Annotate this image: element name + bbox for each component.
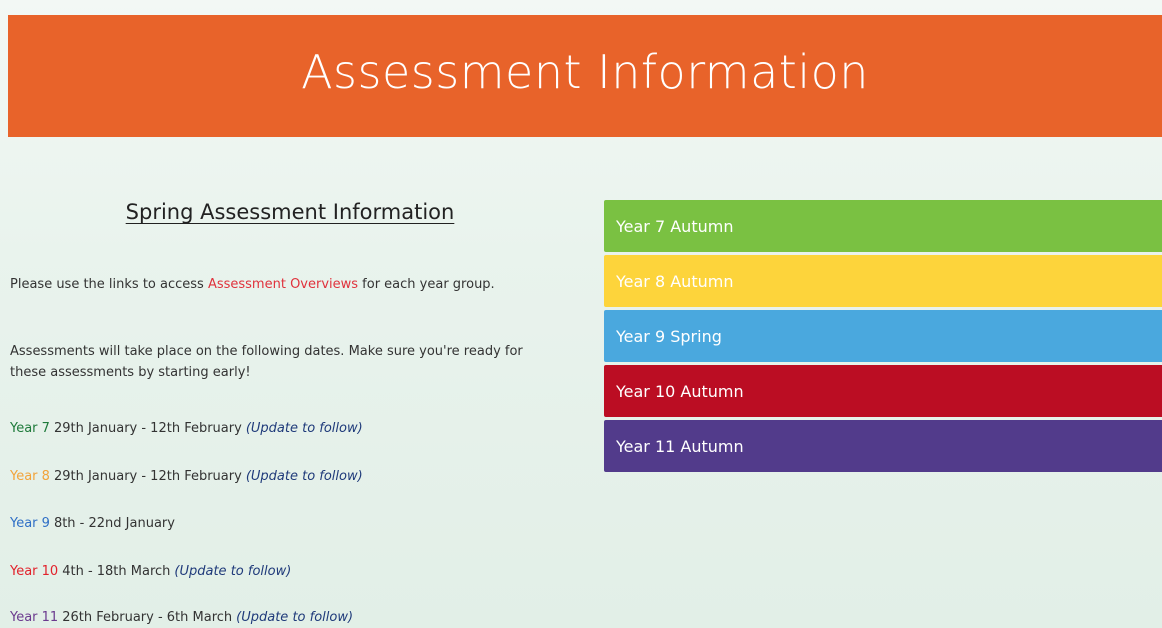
year-dates: 4th - 18th March [62,564,171,579]
year-label: Year 11 [10,610,59,625]
tab-year-10-autumn[interactable]: Year 10 Autumn [604,365,1162,417]
year-label: Year 8 [10,469,50,484]
intro-text-after: for each year group. [358,277,495,292]
year-label: Year 9 [10,516,50,531]
tab-year-8-autumn[interactable]: Year 8 Autumn [604,255,1162,307]
schedule-year-10: Year 10 4th - 18th March (Update to follow… [10,564,291,579]
section-heading: Spring Assessment Information [125,200,455,224]
update-note: (Update to follow) [245,469,363,484]
page-title: Assessment Information [301,45,869,99]
intro-paragraph: Please use the links to access Assessmen… [10,274,555,295]
dates-intro-paragraph: Assessments will take place on the follo… [10,344,523,380]
year-dates: 26th February - 6th March [62,610,233,625]
year-dates: 29th January - 12th February [53,421,242,436]
update-note: (Update to follow) [245,421,363,436]
header-banner: Assessment Information [8,15,1162,137]
schedule-year-8: Year 8 29th January - 12th February (Updat… [10,469,363,484]
tab-year-9-spring[interactable]: Year 9 Spring [604,310,1162,362]
update-note: (Update to follow) [236,610,354,625]
assessment-overviews-link[interactable]: Assessment Overviews [208,277,358,292]
year-label: Year 7 [10,421,50,436]
assessment-info-column: Spring Assessment Information Please use… [10,200,570,625]
tab-year-11-autumn[interactable]: Year 11 Autumn [604,420,1162,472]
update-note: (Update to follow) [174,564,292,579]
year-label: Year 10 [10,564,59,579]
year-dates: 29th January - 12th February [53,469,242,484]
schedule-year-11: Year 11 26th February - 6th March (Update … [10,610,353,625]
schedule-year-7: Year 7 29th January - 12th February (Updat… [10,421,363,436]
tab-year-7-autumn[interactable]: Year 7 Autumn [604,200,1162,252]
intro-text-before: Please use the links to access [10,277,208,292]
schedule-year-9: Year 9 8th - 22nd January [10,516,179,531]
year-dates: 8th - 22nd January [53,516,175,531]
